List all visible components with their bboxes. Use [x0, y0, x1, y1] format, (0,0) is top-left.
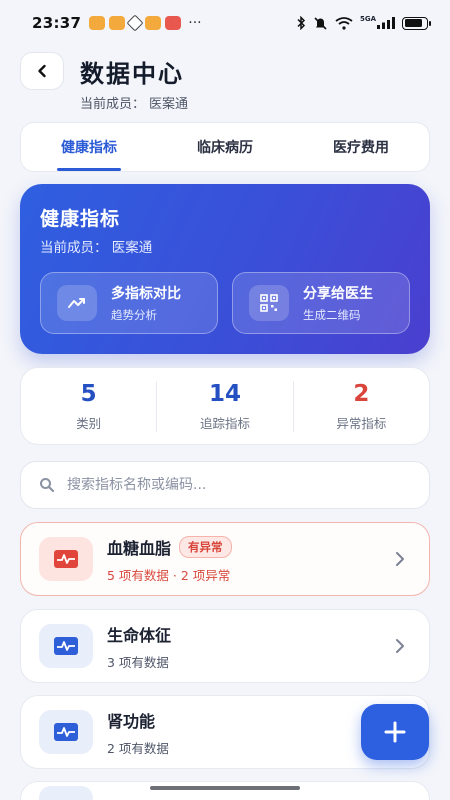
trend-icon: [57, 285, 97, 321]
add-indicator-button[interactable]: [361, 704, 429, 760]
more-notifications-icon: ···: [188, 15, 202, 31]
stat-value: 14: [208, 380, 241, 407]
battery-icon: [402, 16, 431, 30]
search-icon: [40, 478, 55, 493]
tab-health-indicators[interactable]: 健康指标: [21, 123, 157, 171]
share-to-doctor-button[interactable]: 分享给医生 生成二维码: [232, 272, 410, 334]
category-name: 肾功能: [107, 711, 156, 731]
compare-indicators-button[interactable]: 多指标对比 趋势分析: [40, 272, 218, 334]
vital-sign-icon: [39, 710, 93, 754]
member-label: 当前成员：: [80, 97, 146, 112]
stat-label: 类别: [76, 415, 102, 431]
vital-sign-icon: [39, 786, 93, 800]
tab-clinical-records[interactable]: 临床病历: [157, 123, 293, 171]
mute-icon: [314, 16, 327, 30]
compare-indicators-label: 多指标对比: [111, 286, 181, 302]
member-name: 医案通: [149, 97, 189, 112]
chevron-left-icon: [38, 64, 46, 78]
hero-title: 健康指标: [40, 208, 121, 230]
status-bar: 23:37 ··· 5GA: [0, 0, 450, 46]
compare-indicators-desc: 趋势分析: [111, 308, 157, 322]
category-meta: 5 项有数据 · 2 项异常: [107, 567, 231, 583]
stat-value: 2: [353, 380, 370, 407]
app-notification-icon: [89, 16, 106, 30]
vital-sign-icon: [39, 537, 93, 581]
qr-code-icon: [249, 285, 289, 321]
system-status-icons: 5GA: [296, 15, 431, 31]
stat-categories: 5 类别: [21, 381, 156, 432]
signal-icon: [377, 17, 395, 29]
signal-label: 5GA: [359, 15, 376, 23]
app-notification-icon: [165, 16, 182, 30]
share-to-doctor-label: 分享给医生: [303, 286, 373, 302]
category-name: 生命体征: [107, 625, 172, 645]
wifi-icon: [335, 17, 353, 30]
chevron-right-icon: [396, 552, 404, 566]
notification-icons: ···: [89, 14, 202, 32]
category-meta: 3 项有数据: [107, 654, 169, 670]
bluetooth-icon: [297, 16, 306, 30]
tab-medical-expenses[interactable]: 医疗费用: [293, 123, 429, 171]
current-member: 当前成员： 医案通: [80, 93, 188, 112]
page-title: 数据中心: [80, 60, 184, 88]
search-input[interactable]: [67, 477, 397, 493]
stats-summary: 5 类别 14 追踪指标 2 异常指标: [20, 367, 430, 445]
stat-tracked-indicators: 14 追踪指标: [156, 380, 292, 432]
category-card-vital-signs[interactable]: 生命体征 3 项有数据: [20, 609, 430, 683]
app-notification-icon: [145, 16, 162, 30]
vital-sign-icon: [39, 624, 93, 668]
stat-label: 追踪指标: [199, 415, 250, 431]
home-indicator[interactable]: [150, 786, 300, 790]
category-meta: 2 项有数据: [107, 740, 169, 756]
search-bar[interactable]: [20, 461, 430, 509]
app-notification-icon: [126, 14, 144, 32]
stat-abnormal-indicators: 2 异常指标: [292, 380, 429, 432]
stat-label: 异常指标: [336, 415, 387, 431]
category-card-blood-sugar-lipids[interactable]: 血糖血脂 有异常 5 项有数据 · 2 项异常: [20, 522, 430, 596]
status-time: 23:37: [32, 14, 82, 32]
abnormal-badge: 有异常: [179, 535, 232, 558]
category-card-partial[interactable]: [20, 781, 430, 800]
category-name: 血糖血脂: [107, 538, 172, 558]
health-indicators-hero-card: 健康指标 当前成员： 医案通 多指标对比 趋势分析 分享给医生 生成二维码: [20, 184, 430, 354]
plus-icon: [384, 721, 406, 743]
stat-value: 5: [80, 380, 97, 407]
back-button[interactable]: [20, 52, 64, 90]
app-notification-icon: [109, 16, 126, 30]
chevron-right-icon: [396, 639, 404, 653]
share-to-doctor-desc: 生成二维码: [303, 308, 361, 322]
hero-member: 当前成员： 医案通: [40, 240, 153, 256]
tab-bar: 健康指标 临床病历 医疗费用: [20, 122, 430, 172]
